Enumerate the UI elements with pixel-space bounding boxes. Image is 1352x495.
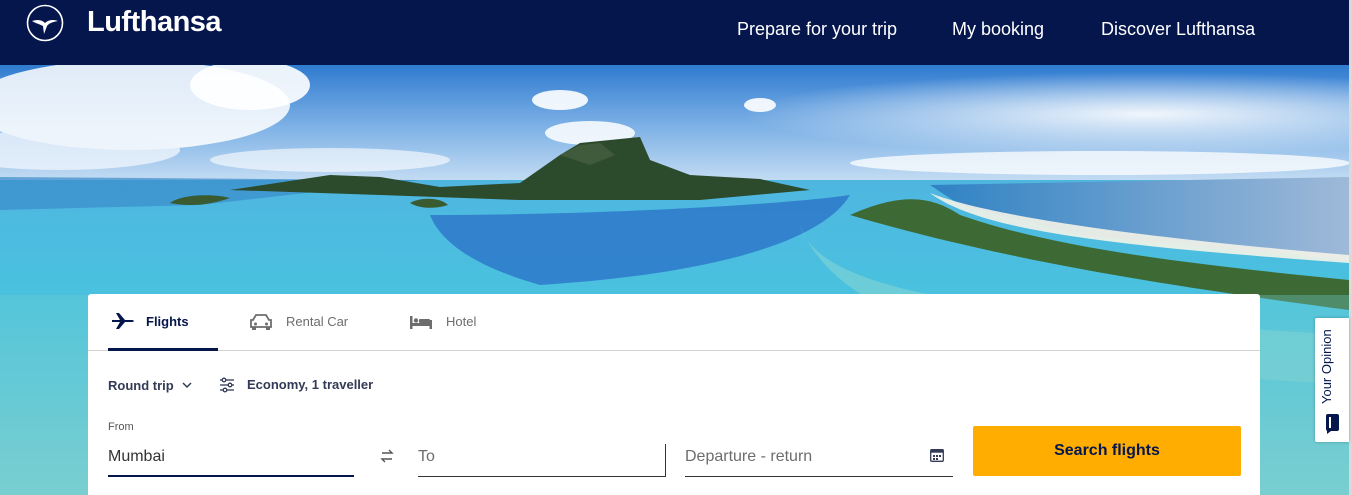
feedback-tab[interactable]: Your Opinion [1315, 318, 1349, 442]
trip-type-dropdown[interactable]: Round trip [108, 377, 192, 397]
dates-placeholder: Departure - return [685, 448, 813, 465]
tab-hotel[interactable]: Hotel [410, 294, 520, 351]
from-value[interactable]: Mumbai [108, 448, 165, 466]
to-placeholder: To [418, 448, 435, 465]
site-header: Lufthansa Prepare for your trip My booki… [0, 0, 1352, 65]
feedback-icon [1326, 414, 1339, 434]
cabin-travellers-value: Economy, 1 traveller [247, 377, 374, 392]
to-field[interactable]: To [418, 444, 666, 477]
chevron-down-icon [182, 382, 192, 389]
search-tabs: Flights Rental Car Hotel [88, 294, 1260, 351]
tab-flights[interactable]: Flights [108, 294, 218, 351]
tab-rental-car-label: Rental Car [286, 314, 349, 329]
tab-flights-label: Flights [146, 314, 189, 329]
calendar-icon[interactable] [930, 448, 944, 462]
bed-icon [410, 316, 432, 329]
dates-field[interactable]: Departure - return [685, 444, 953, 477]
from-field[interactable]: From Mumbai [108, 421, 354, 477]
nav-prepare-trip[interactable]: Prepare for your trip [737, 19, 897, 40]
nav-discover-lufthansa[interactable]: Discover Lufthansa [1101, 19, 1255, 40]
search-flights-button[interactable]: Search flights [973, 426, 1241, 476]
car-icon [250, 314, 272, 330]
nav-my-booking[interactable]: My booking [952, 19, 1044, 40]
airplane-icon [112, 313, 134, 329]
brand-name[interactable]: Lufthansa [87, 6, 222, 39]
flight-search-panel: Flights Rental Car Hotel Round trip Econ… [88, 294, 1260, 495]
tab-rental-car[interactable]: Rental Car [250, 294, 360, 351]
from-caption: From [108, 421, 134, 433]
sliders-icon [220, 377, 234, 393]
swap-icon[interactable] [380, 447, 394, 465]
crane-logo-icon[interactable] [26, 4, 64, 42]
tab-hotel-label: Hotel [446, 314, 477, 329]
trip-type-value: Round trip [108, 378, 174, 393]
feedback-label: Your Opinion [1319, 329, 1334, 404]
